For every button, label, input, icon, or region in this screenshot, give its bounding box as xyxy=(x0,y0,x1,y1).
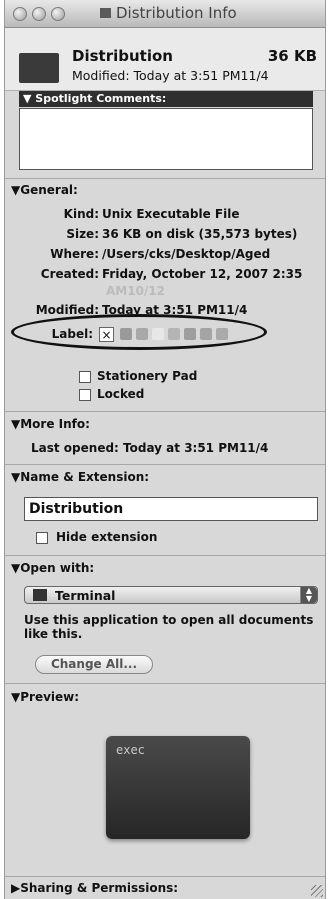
label-label: Label: xyxy=(51,327,93,341)
minimize-button[interactable] xyxy=(32,7,46,21)
hide-extension-label: Hide extension xyxy=(56,530,158,544)
label-color-swatch[interactable] xyxy=(168,328,180,340)
file-icon xyxy=(100,8,111,18)
label-color-swatch[interactable] xyxy=(216,328,228,340)
more-info-label: More Info: xyxy=(20,417,90,431)
name-extension-label: Name & Extension: xyxy=(20,470,150,484)
spotlight-comments-header[interactable]: ▼ Spotlight Comments: xyxy=(19,91,313,107)
executable-icon xyxy=(19,53,59,83)
created-value: Friday, October 12, 2007 2:35 xyxy=(102,267,303,281)
divider xyxy=(5,876,325,877)
where-value: /Users/cks/Desktop/Aged xyxy=(102,247,271,261)
size-label: Size: xyxy=(66,227,99,241)
general-label: General: xyxy=(20,183,78,197)
divider xyxy=(5,178,325,179)
resize-grip-icon[interactable] xyxy=(311,885,323,897)
hide-extension-checkbox[interactable] xyxy=(36,532,48,544)
label-color-swatch[interactable] xyxy=(120,328,132,340)
divider xyxy=(5,411,325,412)
change-all-button[interactable]: Change All... xyxy=(35,655,153,674)
kind-value: Unix Executable File xyxy=(102,207,240,221)
label-color-swatch[interactable] xyxy=(152,328,164,340)
divider xyxy=(5,683,325,684)
modified-date: Modified: Today at 3:51 PM11/4 xyxy=(72,68,269,83)
locked-label: Locked xyxy=(97,387,145,401)
more-info-toggle[interactable]: ▼More Info: xyxy=(11,417,90,431)
popup-arrows-icon: ▲ ▼ xyxy=(300,587,317,603)
file-size: 36 KB xyxy=(267,47,317,65)
size-value: 36 KB on disk (35,573 bytes) xyxy=(102,227,298,241)
preview-toggle[interactable]: ▼Preview: xyxy=(11,690,79,704)
where-label: Where: xyxy=(50,247,99,261)
preview-label: Preview: xyxy=(20,690,80,704)
terminal-icon xyxy=(33,589,47,601)
stationery-label: Stationery Pad xyxy=(97,369,198,383)
created-overflow: AM10/12 xyxy=(106,284,166,298)
preview-text: exec xyxy=(116,743,145,757)
sharing-label: Sharing & Permissions: xyxy=(20,881,179,895)
divider xyxy=(5,464,325,465)
title-bar[interactable]: Distribution Info xyxy=(5,0,325,28)
label-color-swatch[interactable] xyxy=(184,328,196,340)
kind-label: Kind: xyxy=(63,207,99,221)
open-with-toggle[interactable]: ▼Open with: xyxy=(11,561,94,575)
open-with-label: Open with: xyxy=(20,561,95,575)
stationery-checkbox[interactable] xyxy=(79,371,91,383)
preview-thumbnail: exec xyxy=(106,736,250,839)
info-window: Distribution Info Distribution 36 KB Mod… xyxy=(4,0,326,899)
window-title: Distribution Info xyxy=(116,4,237,22)
last-opened: Last opened: Today at 3:51 PM11/4 xyxy=(31,441,269,455)
spotlight-comments-field[interactable] xyxy=(19,108,313,170)
application-name: Terminal xyxy=(55,588,116,603)
file-name: Distribution xyxy=(72,47,173,65)
sharing-permissions-toggle[interactable]: ▶Sharing & Permissions: xyxy=(11,881,178,895)
locked-checkbox[interactable] xyxy=(79,389,91,401)
label-color-swatch[interactable] xyxy=(200,328,212,340)
spotlight-label: Spotlight Comments: xyxy=(35,92,167,105)
label-none-swatch[interactable]: × xyxy=(99,327,114,342)
general-section-toggle[interactable]: ▼General: xyxy=(11,183,78,197)
info-header: Distribution 36 KB Modified: Today at 3:… xyxy=(5,28,325,91)
close-button[interactable] xyxy=(13,7,27,21)
name-field[interactable]: Distribution xyxy=(24,497,318,521)
zoom-button[interactable] xyxy=(51,7,65,21)
label-color-swatch[interactable] xyxy=(136,328,148,340)
name-extension-toggle[interactable]: ▼Name & Extension: xyxy=(11,470,149,484)
created-label: Created: xyxy=(40,267,99,281)
application-popup[interactable]: Terminal ▲ ▼ xyxy=(24,586,318,604)
divider xyxy=(5,555,325,556)
open-with-description: Use this application to open all documen… xyxy=(24,613,314,641)
